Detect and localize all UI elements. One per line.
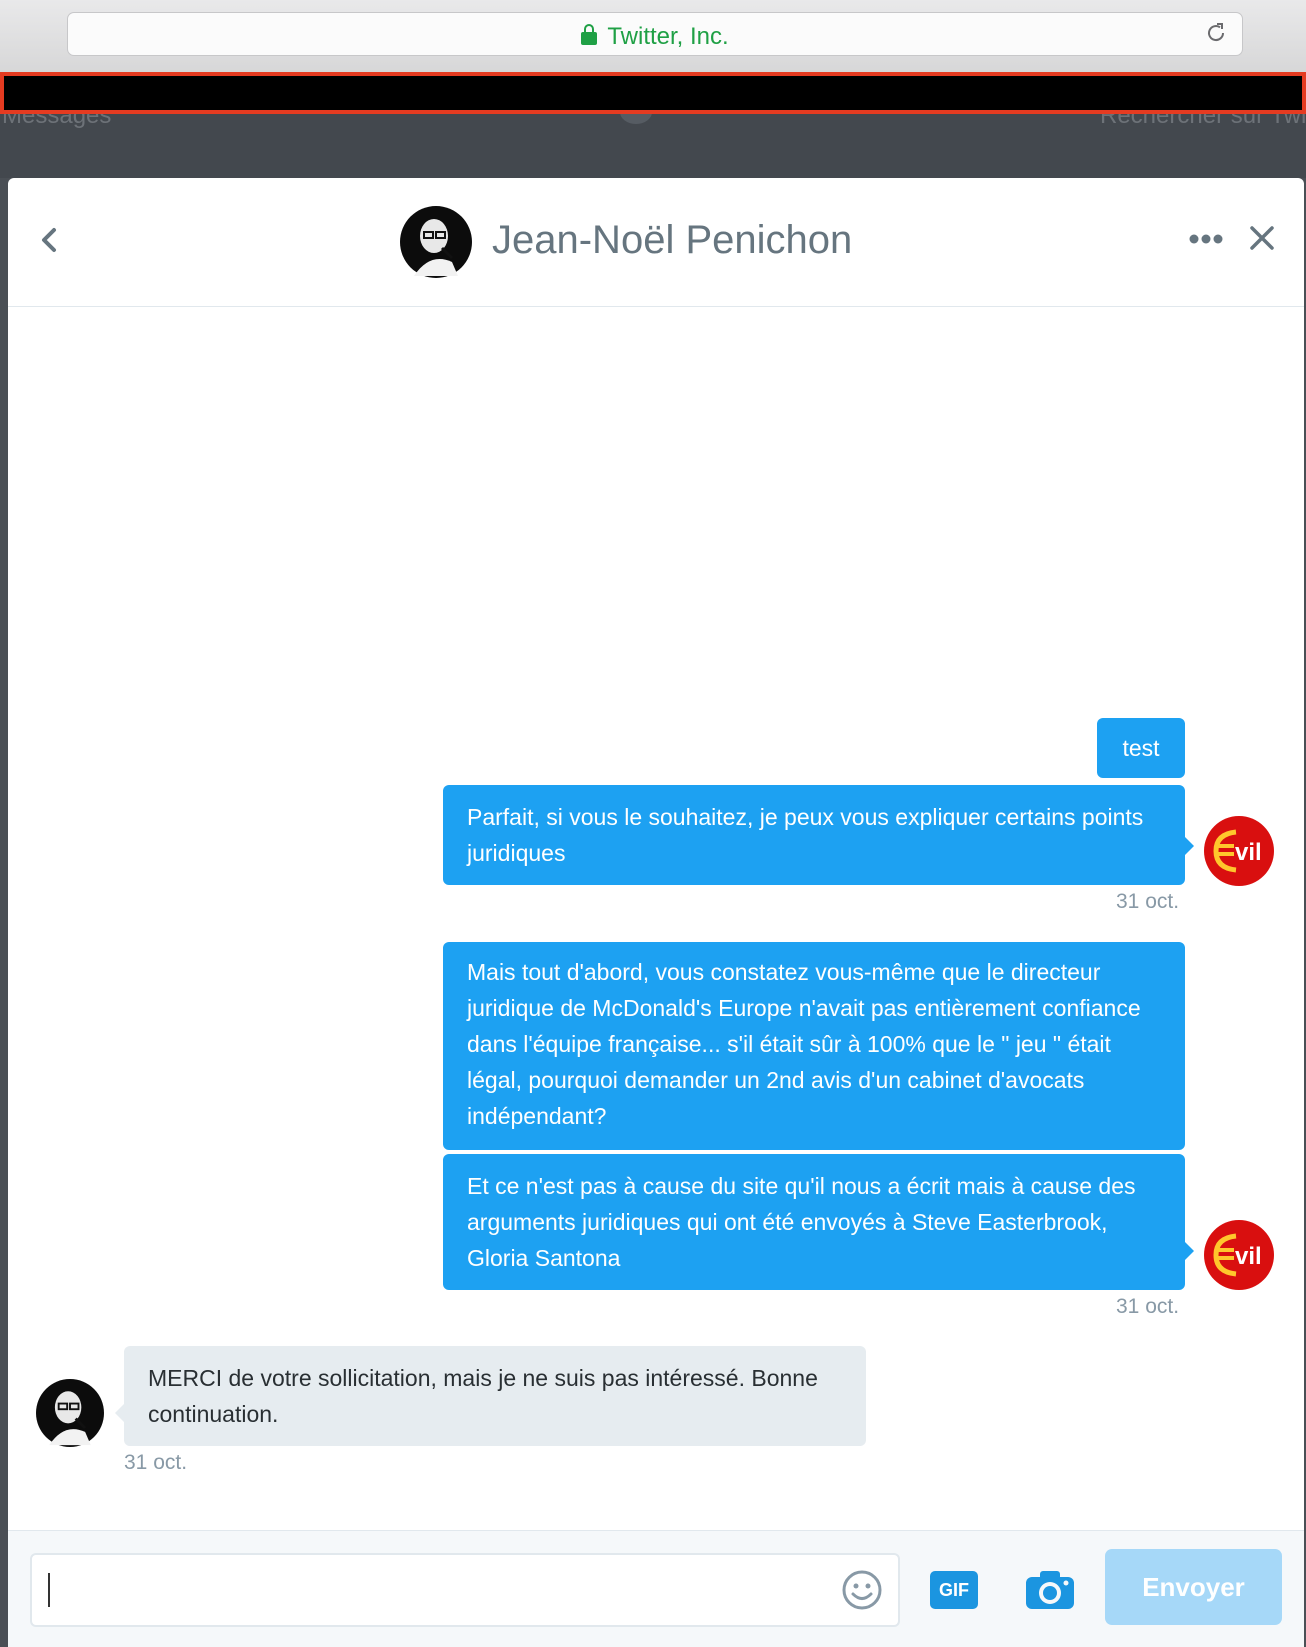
message-timestamp: 31 oct. — [124, 1451, 188, 1474]
more-options-icon[interactable] — [1188, 233, 1224, 245]
redacted-bar — [0, 72, 1306, 114]
background-messages-label: Messages — [2, 114, 112, 129]
contact-avatar[interactable] — [400, 206, 472, 278]
conversation-header: Jean-Noël Penichon — [8, 178, 1304, 307]
message-bubble-sent[interactable]: Mais tout d'abord, vous constatez vous-m… — [443, 942, 1185, 1150]
message-bubble-sent[interactable]: test — [1097, 718, 1185, 778]
sender-avatar[interactable]: vil — [1204, 1220, 1274, 1290]
camera-icon[interactable] — [1024, 1569, 1076, 1611]
message-bubble-sent[interactable]: Et ce n'est pas à cause du site qu'il no… — [443, 1154, 1185, 1290]
address-text: Twitter, Inc. — [607, 23, 729, 50]
dm-modal: Jean-Noël Penichon test Parfait, si vous… — [8, 178, 1304, 1647]
gif-button[interactable]: GIF — [930, 1571, 978, 1609]
message-input[interactable] — [30, 1553, 900, 1627]
background-search-label: Rechercher sur Twitter — [1100, 114, 1306, 129]
contact-avatar-small[interactable] — [36, 1379, 104, 1447]
send-button[interactable]: Envoyer — [1105, 1549, 1282, 1625]
message-composer: GIF Envoyer — [8, 1530, 1304, 1647]
browser-toolbar: Twitter, Inc. — [0, 0, 1306, 73]
message-timestamp: 31 oct. — [1116, 890, 1180, 913]
reload-icon[interactable] — [1204, 21, 1228, 45]
lock-icon — [581, 24, 598, 45]
message-timestamp: 31 oct. — [1116, 1295, 1180, 1318]
twitter-bird-icon — [620, 114, 652, 124]
close-icon[interactable] — [1248, 224, 1276, 252]
sender-avatar-text: vil — [1235, 1243, 1262, 1270]
contact-name: Jean-Noël Penichon — [492, 218, 853, 262]
back-arrow-icon[interactable] — [30, 220, 70, 260]
sender-avatar-text: vil — [1235, 839, 1262, 866]
message-bubble-sent[interactable]: Parfait, si vous le souhaitez, je peux v… — [443, 785, 1185, 885]
sender-avatar[interactable]: vil — [1204, 816, 1274, 886]
message-bubble-received[interactable]: MERCI de votre sollicitation, mais je ne… — [124, 1346, 866, 1446]
background-nav: Messages Rechercher sur Twitter — [0, 114, 1306, 178]
emoji-icon[interactable] — [841, 1569, 883, 1611]
address-bar[interactable]: Twitter, Inc. — [67, 12, 1243, 56]
